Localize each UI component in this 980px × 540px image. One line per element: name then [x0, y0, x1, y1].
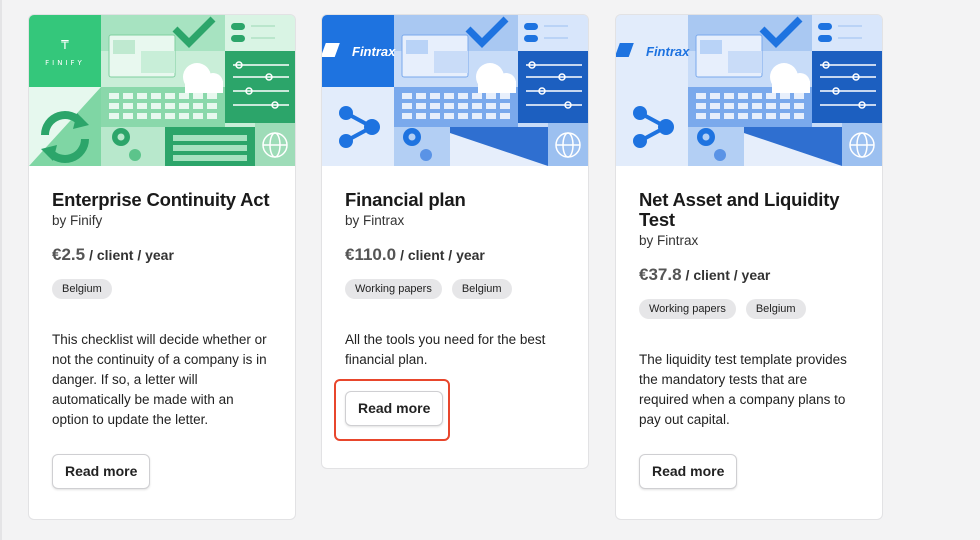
card-tags: Working papers Belgium — [639, 299, 859, 319]
card-price: €37.8 — [639, 265, 682, 284]
tag-belgium: Belgium — [52, 279, 112, 299]
template-card-enterprise-continuity: ₸ FINIFY Enterprise Continuity Act by Fi… — [28, 14, 296, 520]
card-price-row: €37.8 / client / year — [639, 265, 859, 285]
read-more-button[interactable]: Read more — [639, 454, 738, 489]
card-author: by Fintrax — [345, 213, 405, 228]
card-banner-illustration: ₸ FINIFY — [29, 15, 295, 166]
card-price: €2.5 — [52, 245, 86, 264]
card-description: All the tools you need for the best fina… — [345, 332, 546, 367]
template-card-net-asset-liquidity: Fintrax Net Asset and Liquidity Test by … — [615, 14, 883, 520]
brand-logo-finify: FINIFY — [45, 59, 85, 67]
read-more-button-wrapper: Read more — [334, 379, 450, 441]
banner-graphic-green: ₸ FINIFY — [29, 15, 295, 166]
page-left-edge — [0, 0, 2, 540]
card-author: by Fintrax — [639, 233, 699, 248]
brand-logo-fintrax: Fintrax — [352, 44, 396, 59]
tag-belgium: Belgium — [451, 279, 512, 299]
card-price-period: / client / year — [89, 247, 174, 263]
brand-logo-fintrax: Fintrax — [646, 44, 690, 59]
card-banner-illustration: Fintrax — [616, 15, 882, 166]
card-description: This checklist will decide whether or no… — [52, 332, 267, 427]
card-price-period: / client / year — [400, 247, 485, 263]
tag-working-papers: Working papers — [639, 299, 736, 319]
card-banner-illustration: Fintrax — [322, 15, 588, 166]
card-description: The liquidity test template provides the… — [639, 352, 847, 427]
card-tags: Belgium — [52, 279, 272, 299]
read-more-button[interactable]: Read more — [345, 391, 444, 426]
card-price-row: €2.5 / client / year — [52, 245, 272, 265]
card-price: €110.0 — [345, 245, 397, 264]
svg-text:₸: ₸ — [61, 38, 69, 52]
card-title: Financial plan — [345, 189, 466, 210]
card-title: Net Asset and Liquidity Test — [639, 189, 840, 230]
banner-graphic-blue: Fintrax — [616, 15, 882, 166]
template-card-financial-plan: Fintrax Financial plan by Fintrax €110.0… — [321, 14, 589, 469]
tag-working-papers: Working papers — [345, 279, 442, 299]
banner-graphic-blue: Fintrax — [322, 15, 588, 166]
read-more-button[interactable]: Read more — [52, 454, 151, 489]
card-title: Enterprise Continuity Act — [52, 189, 270, 210]
card-author: by Finify — [52, 213, 103, 228]
tag-belgium: Belgium — [745, 299, 806, 319]
card-price-period: / client / year — [685, 267, 771, 283]
card-price-row: €110.0 / client / year — [345, 245, 565, 265]
card-tags: Working papers Belgium — [345, 279, 565, 299]
